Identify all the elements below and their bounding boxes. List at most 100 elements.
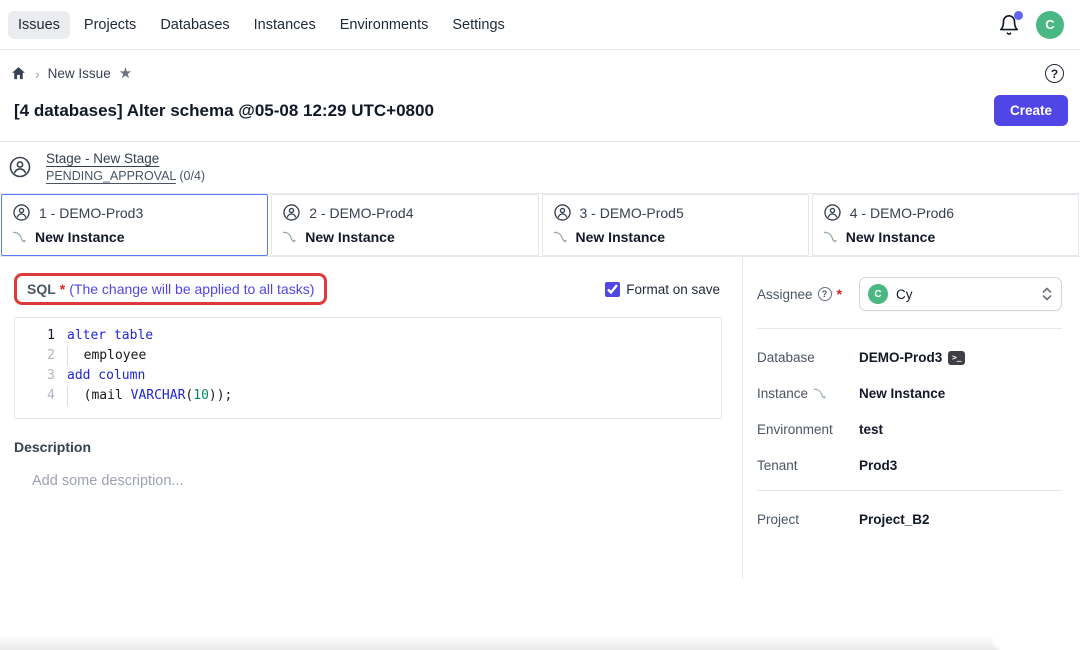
stage-texts: Stage - New Stage PENDING_APPROVAL (0/4)	[46, 151, 205, 183]
assignee-select[interactable]: C Cy	[859, 277, 1062, 311]
engine-icon	[813, 387, 827, 401]
star-icon[interactable]: ★	[119, 66, 132, 81]
stage-progress: (0/4)	[179, 169, 205, 183]
divider	[757, 490, 1062, 491]
format-on-save-control[interactable]: Format on save	[605, 282, 728, 297]
task-instance: New Instance	[35, 229, 124, 245]
field-row-tenant: Tenant Prod3	[757, 458, 1062, 473]
database-value: DEMO-Prod3	[859, 350, 942, 365]
nav-item-settings[interactable]: Settings	[442, 11, 514, 39]
code-token: (	[185, 386, 193, 406]
tenant-label: Tenant	[757, 458, 798, 473]
project-value: Project_B2	[859, 512, 930, 527]
nav-item-instances[interactable]: Instances	[244, 11, 326, 39]
tenant-value: Prod3	[859, 458, 897, 473]
line-number: 3	[15, 366, 67, 386]
main-left-panel: SQL* (The change will be applied to all …	[0, 257, 742, 579]
line-number: 2	[15, 346, 67, 366]
assignee-value: Cy	[896, 287, 913, 302]
instance-label: Instance	[757, 386, 808, 401]
format-on-save-label: Format on save	[626, 282, 720, 297]
project-label: Project	[757, 512, 799, 527]
task-card[interactable]: 1 - DEMO-Prod3New Instance	[1, 194, 268, 256]
sql-console-icon[interactable]: >_	[948, 351, 965, 365]
assignee-row: Assignee ? * C Cy	[757, 277, 1062, 311]
assignee-avatar: C	[868, 284, 888, 304]
format-on-save-checkbox[interactable]	[605, 282, 620, 297]
stage-name-link[interactable]: Stage - New Stage	[46, 151, 205, 166]
top-navigation: IssuesProjectsDatabasesInstancesEnvironm…	[0, 0, 1080, 50]
assignee-label-wrap: Assignee ? *	[757, 286, 859, 302]
code-token: 10	[193, 386, 209, 406]
instance-value: New Instance	[859, 386, 945, 401]
code-token: alter table	[67, 326, 153, 346]
sql-header-row: SQL* (The change will be applied to all …	[14, 273, 728, 305]
issue-sidebar: Assignee ? * C Cy Database DEMO-Prod3 >_	[742, 257, 1080, 579]
chevron-right-icon: ›	[35, 67, 40, 81]
breadcrumb: › New Issue ★ ?	[0, 50, 1080, 91]
help-icon[interactable]: ?	[1045, 64, 1064, 83]
code-line[interactable]: 4 (mail VARCHAR(10));	[15, 386, 721, 406]
code-token: ));	[209, 386, 232, 406]
task-title: 4 - DEMO-Prod6	[850, 205, 954, 221]
sql-editor[interactable]: 1alter table2 employee3add column4 (mail…	[14, 317, 722, 419]
sql-label: SQL	[27, 281, 56, 297]
task-card[interactable]: 4 - DEMO-Prod6 New Instance	[812, 194, 1079, 256]
user-avatar[interactable]: C	[1036, 11, 1064, 39]
person-circle-icon	[823, 203, 842, 222]
engine-icon	[282, 230, 297, 245]
person-circle-icon	[553, 203, 572, 222]
assignee-help-icon[interactable]: ?	[818, 287, 832, 301]
notification-dot	[1014, 11, 1023, 20]
task-cards-row: 1 - DEMO-Prod3New Instance2 - DEMO-Prod4…	[0, 194, 1080, 256]
topnav-right: C	[998, 11, 1064, 39]
code-token: (mail	[68, 386, 131, 406]
task-instance: New Instance	[305, 229, 394, 245]
sql-label-highlight-box: SQL* (The change will be applied to all …	[14, 273, 327, 305]
stage-status-link[interactable]: PENDING_APPROVAL	[46, 169, 176, 183]
select-stepper-icon	[1041, 286, 1053, 302]
field-row-project: Project Project_B2	[757, 512, 1062, 527]
field-row-instance: Instance New Instance	[757, 386, 1062, 401]
description-input[interactable]: Add some description...	[14, 473, 728, 489]
environment-label: Environment	[757, 422, 833, 437]
main-content: SQL* (The change will be applied to all …	[0, 257, 1080, 579]
engine-icon	[553, 230, 568, 245]
task-card[interactable]: 2 - DEMO-Prod4 New Instance	[271, 194, 538, 256]
field-row-database: Database DEMO-Prod3 >_	[757, 350, 1062, 365]
title-row: [4 databases] Alter schema @05-08 12:29 …	[0, 91, 1080, 126]
bottom-shadow	[0, 635, 1000, 650]
nav-item-databases[interactable]: Databases	[150, 11, 239, 39]
task-title: 3 - DEMO-Prod5	[580, 205, 684, 221]
environment-value: test	[859, 422, 883, 437]
database-label: Database	[757, 350, 815, 365]
assignee-label: Assignee	[757, 287, 813, 302]
field-row-environment: Environment test	[757, 422, 1062, 437]
task-instance: New Instance	[846, 229, 935, 245]
code-token: add column	[67, 366, 145, 386]
code-line[interactable]: 3add column	[15, 366, 721, 386]
create-button[interactable]: Create	[994, 95, 1068, 126]
task-title: 2 - DEMO-Prod4	[309, 205, 413, 221]
task-instance: New Instance	[576, 229, 665, 245]
code-token: VARCHAR	[131, 386, 186, 406]
page-title: [4 databases] Alter schema @05-08 12:29 …	[14, 95, 434, 121]
code-line[interactable]: 1alter table	[15, 326, 721, 346]
engine-icon	[12, 230, 27, 245]
breadcrumb-page: New Issue	[48, 66, 111, 81]
code-line[interactable]: 2 employee	[15, 346, 721, 366]
nav-item-issues[interactable]: Issues	[8, 11, 70, 39]
home-icon[interactable]	[10, 65, 27, 82]
nav-item-environments[interactable]: Environments	[330, 11, 439, 39]
task-card[interactable]: 3 - DEMO-Prod5 New Instance	[542, 194, 809, 256]
engine-icon	[823, 230, 838, 245]
nav-item-projects[interactable]: Projects	[74, 11, 146, 39]
notifications-button[interactable]	[998, 14, 1020, 36]
description-label: Description	[14, 439, 728, 455]
person-circle-icon	[8, 155, 32, 179]
stage-section: Stage - New Stage PENDING_APPROVAL (0/4)	[0, 142, 1080, 193]
stage-status-line: PENDING_APPROVAL (0/4)	[46, 169, 205, 183]
person-circle-icon	[282, 203, 301, 222]
sql-note: (The change will be applied to all tasks…	[69, 281, 314, 297]
nav-items: IssuesProjectsDatabasesInstancesEnvironm…	[8, 11, 515, 39]
